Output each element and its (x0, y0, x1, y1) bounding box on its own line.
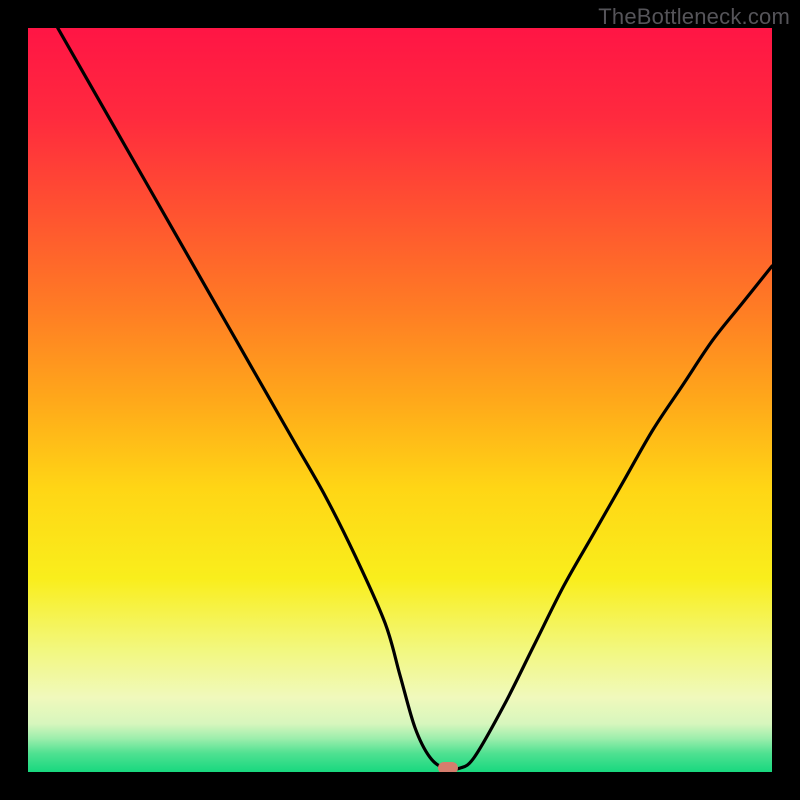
optimal-point-marker (438, 762, 458, 772)
plot-area (28, 28, 772, 772)
bottleneck-curve (28, 28, 772, 772)
chart-frame: TheBottleneck.com (0, 0, 800, 800)
watermark-text: TheBottleneck.com (598, 4, 790, 30)
